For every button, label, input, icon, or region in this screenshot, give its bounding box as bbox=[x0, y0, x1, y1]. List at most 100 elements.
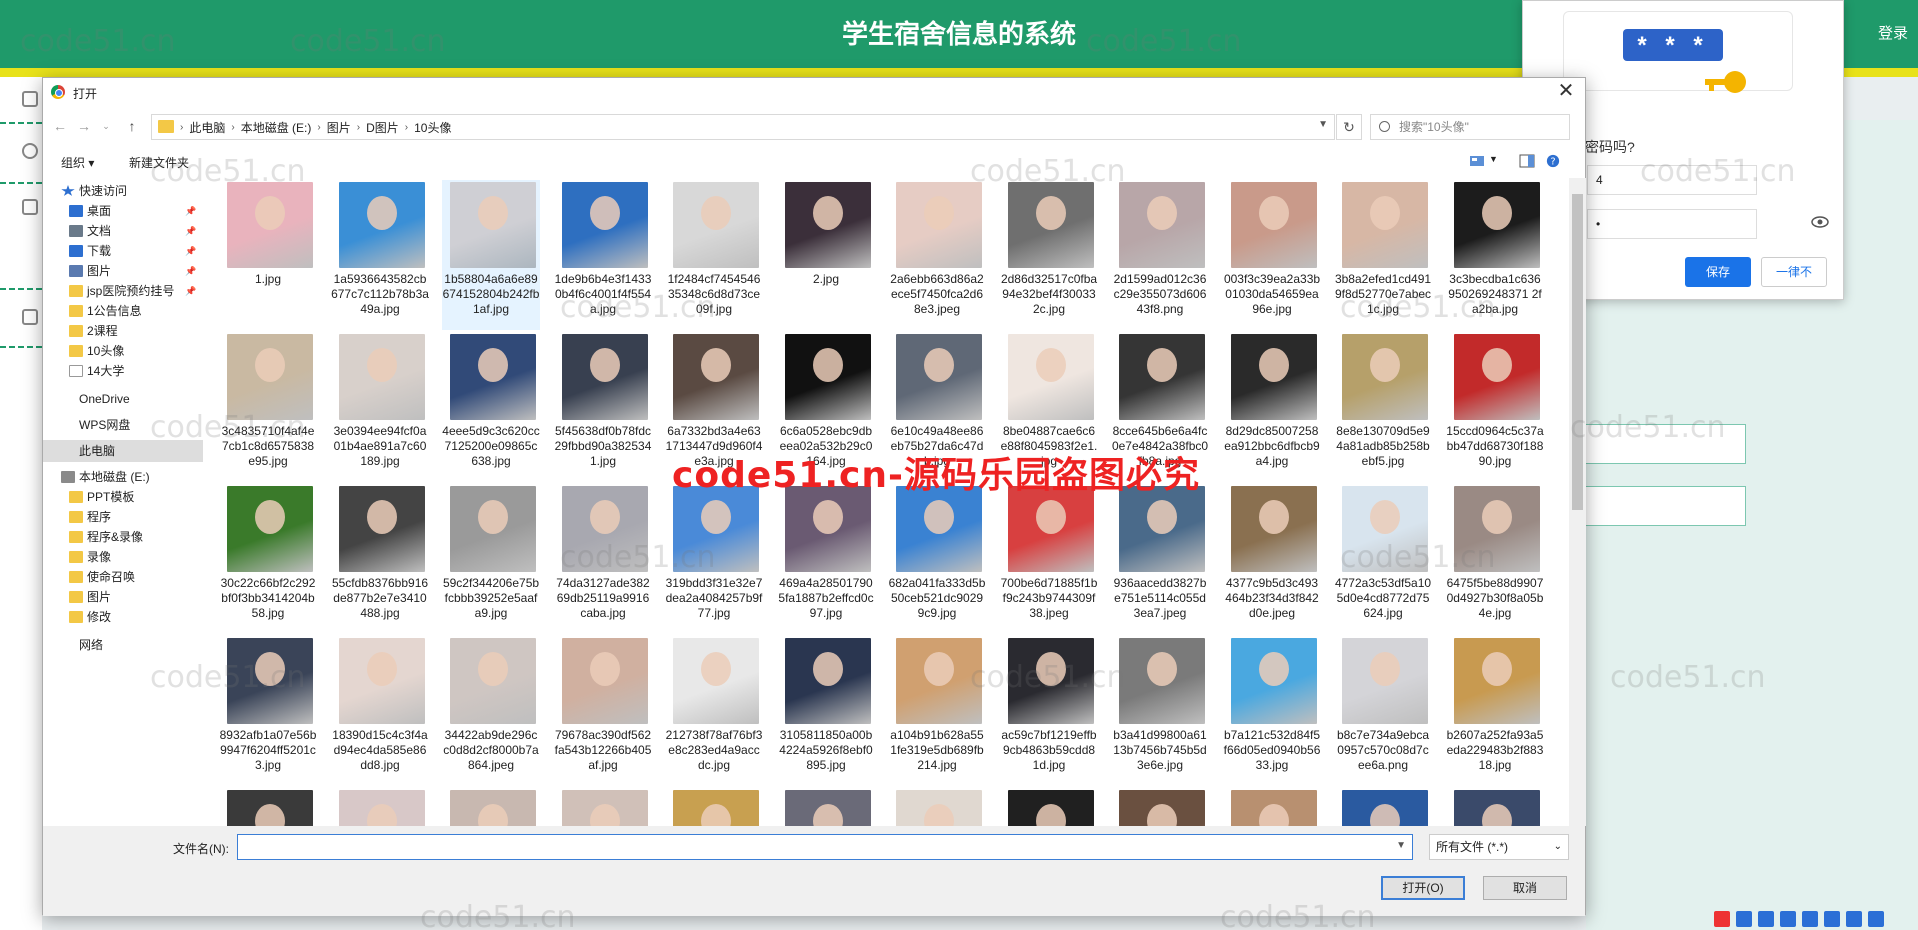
nav-item[interactable]: 程序 bbox=[43, 506, 203, 528]
nav-item[interactable]: 程序&录像 bbox=[43, 526, 203, 548]
file-item[interactable] bbox=[1000, 788, 1098, 826]
nav-item[interactable]: 录像 bbox=[43, 546, 203, 568]
file-item[interactable]: 469a4a285017905fa1887b2effcd0c97.jpg bbox=[777, 484, 875, 634]
file-item[interactable]: 1a5936643582cb677c7c112b78b3a49a.jpg bbox=[331, 180, 429, 330]
file-item[interactable] bbox=[554, 788, 652, 826]
nav-item[interactable]: 1公告信息 bbox=[43, 300, 203, 322]
breadcrumb-item[interactable]: 10头像 bbox=[408, 119, 457, 136]
file-item[interactable]: 1.jpg bbox=[219, 180, 317, 330]
file-item[interactable]: 15ccd0964c5c37abb47dd68730f18890.jpg bbox=[1446, 332, 1544, 482]
back-icon[interactable]: ← bbox=[51, 116, 69, 136]
microphone-icon[interactable] bbox=[1802, 911, 1818, 927]
file-item[interactable] bbox=[888, 788, 986, 826]
file-item[interactable]: 4eee5d9c3c620cc7125200e09865c638.jpg bbox=[442, 332, 540, 482]
file-item[interactable]: 5f45638df0b78fdc29fbbd90a3825341.jpg bbox=[554, 332, 652, 482]
list-icon[interactable] bbox=[22, 309, 38, 325]
nav-item[interactable]: 图片 bbox=[43, 586, 203, 608]
breadcrumb-item[interactable]: D图片 bbox=[360, 119, 405, 136]
cancel-button[interactable]: 取消 bbox=[1483, 876, 1567, 900]
breadcrumb-item[interactable]: 本地磁盘 (E:) bbox=[235, 119, 318, 136]
file-item[interactable] bbox=[1446, 788, 1544, 826]
tray-icon[interactable] bbox=[1736, 911, 1752, 927]
breadcrumb-item[interactable]: 此电脑 bbox=[183, 119, 231, 136]
file-item[interactable]: b3a41d99800a6113b7456b745b5d3e6e.jpg bbox=[1111, 636, 1209, 786]
file-item[interactable]: 30c22c66bf2c292bf0f3bb3414204b58.jpg bbox=[219, 484, 317, 634]
nav-item[interactable]: 2课程 bbox=[43, 320, 203, 342]
address-bar[interactable]: › 此电脑 › 本地磁盘 (E:) › 图片 › D图片 › 10头像 ▼ bbox=[151, 114, 1335, 140]
file-item[interactable]: 8e8e130709d5e94a81adb85b258bebf5.jpg bbox=[1334, 332, 1432, 482]
scrollbar-thumb[interactable] bbox=[1572, 194, 1583, 510]
file-item[interactable]: 212738f78af76bf3e8c283ed4a9accdc.jpg bbox=[665, 636, 763, 786]
nav-item[interactable]: OneDrive bbox=[43, 388, 203, 410]
file-item[interactable]: 003f3c39ea2a33b01030da54659ea96e.jpg bbox=[1223, 180, 1321, 330]
file-item[interactable]: 18390d15c4c3f4ad94ec4da585e86dd8.jpg bbox=[331, 636, 429, 786]
eye-icon[interactable] bbox=[1811, 215, 1829, 229]
file-item[interactable]: 59c2f344206e75bfcbbb39252e5aafa9.jpg bbox=[442, 484, 540, 634]
file-item[interactable] bbox=[219, 788, 317, 826]
file-item[interactable]: b7a121c532d84f5f66d05ed0940b5633.jpg bbox=[1223, 636, 1321, 786]
tray-icon[interactable] bbox=[1868, 911, 1884, 927]
close-button[interactable]: ✕ bbox=[1555, 81, 1577, 103]
file-item[interactable] bbox=[1111, 788, 1209, 826]
nav-item[interactable]: 修改 bbox=[43, 606, 203, 628]
nav-item[interactable]: 14大学 bbox=[43, 360, 203, 382]
nav-item[interactable]: 网络 bbox=[43, 634, 203, 656]
nav-item[interactable]: 使命召唤 bbox=[43, 566, 203, 588]
file-item[interactable]: 1b58804a6a6e89674152804b242fb1af.jpg bbox=[442, 180, 540, 330]
save-button[interactable]: 保存 bbox=[1685, 257, 1751, 287]
breadcrumb-item[interactable]: 图片 bbox=[321, 119, 357, 136]
preview-pane-icon[interactable] bbox=[1519, 154, 1535, 168]
file-item[interactable]: 8d29dc85007258ea912bbc6dfbcb9a4.jpg bbox=[1223, 332, 1321, 482]
file-item[interactable] bbox=[331, 788, 429, 826]
file-item[interactable]: 3c4835710f4af4e7cb1c8d6575838e95.jpg bbox=[219, 332, 317, 482]
file-item[interactable] bbox=[777, 788, 875, 826]
keyboard-icon[interactable] bbox=[1824, 911, 1840, 927]
message-icon[interactable] bbox=[22, 199, 38, 215]
home-icon[interactable] bbox=[22, 91, 38, 107]
file-item[interactable]: 936aacedd3827be751e5114c055d3ea7.jpeg bbox=[1111, 484, 1209, 634]
tray-icon[interactable] bbox=[1758, 911, 1774, 927]
nav-item[interactable]: 图片 📌 bbox=[43, 260, 203, 282]
never-button[interactable]: 一律不 bbox=[1761, 257, 1827, 287]
file-item[interactable]: 55cfdb8376bb916de877b2e7e3410488.jpg bbox=[331, 484, 429, 634]
view-dropdown-icon[interactable]: ▼ bbox=[1489, 154, 1498, 164]
form-field[interactable] bbox=[1586, 486, 1746, 526]
chevron-down-icon[interactable]: ▼ bbox=[1318, 119, 1328, 130]
nav-item[interactable]: jsp医院预约挂号 📌 bbox=[43, 280, 203, 302]
file-item[interactable] bbox=[1334, 788, 1432, 826]
refresh-button[interactable]: ↻ bbox=[1336, 114, 1362, 140]
nav-item[interactable]: 下载 📌 bbox=[43, 240, 203, 262]
nav-item[interactable]: PPT模板 bbox=[43, 486, 203, 508]
file-item[interactable]: 79678ac390df562fa543b12266b405af.jpg bbox=[554, 636, 652, 786]
file-item[interactable]: a104b91b628a551fe319e5db689fb214.jpg bbox=[888, 636, 986, 786]
file-item[interactable]: ac59c7bf1219effb9cb4863b59cdd81d.jpg bbox=[1000, 636, 1098, 786]
up-icon[interactable]: ↑ bbox=[123, 116, 141, 136]
nav-item[interactable]: 文档 📌 bbox=[43, 220, 203, 242]
file-item[interactable] bbox=[665, 788, 763, 826]
tray-icon[interactable] bbox=[1846, 911, 1862, 927]
organize-button[interactable]: 组织 ▾ bbox=[61, 154, 94, 171]
input-method-icon[interactable] bbox=[1714, 911, 1730, 927]
file-item[interactable]: 2d86d32517c0fba94e32bef4f300332c.jpg bbox=[1000, 180, 1098, 330]
open-button[interactable]: 打开(O) bbox=[1381, 876, 1465, 900]
file-item[interactable]: 682a041fa333d5b50ceb521dc90299c9.jpg bbox=[888, 484, 986, 634]
forward-icon[interactable]: → bbox=[75, 116, 93, 136]
search-input[interactable]: 搜索"10头像" bbox=[1370, 114, 1570, 140]
password-field[interactable]: • bbox=[1587, 209, 1757, 239]
nav-item[interactable]: 本地磁盘 (E:) bbox=[43, 466, 203, 488]
view-options-icon[interactable] bbox=[1469, 154, 1485, 168]
file-item[interactable]: 3105811850a00b4224a5926f8ebf0895.jpg bbox=[777, 636, 875, 786]
file-item[interactable]: 700be6d71885f1bf9c243b9744309f38.jpeg bbox=[1000, 484, 1098, 634]
file-item[interactable]: 2d1599ad012c36c29e355073d60643f8.png bbox=[1111, 180, 1209, 330]
filename-input[interactable]: ▼ bbox=[237, 834, 1413, 860]
file-item[interactable]: b2607a252fa93a5eda229483b2f88318.jpg bbox=[1446, 636, 1544, 786]
file-type-select[interactable]: 所有文件 (*.*) ⌄ bbox=[1429, 834, 1569, 860]
file-item[interactable] bbox=[442, 788, 540, 826]
file-item[interactable] bbox=[1223, 788, 1321, 826]
chevron-down-icon[interactable]: ▼ bbox=[1396, 840, 1406, 851]
history-dropdown-icon[interactable]: ⌄ bbox=[97, 116, 115, 136]
user-icon[interactable] bbox=[22, 143, 38, 159]
file-item[interactable]: 2.jpg bbox=[777, 180, 875, 330]
file-item[interactable]: 2a6ebb663d86a2ece5f7450fca2d68e3.jpeg bbox=[888, 180, 986, 330]
nav-item[interactable]: 10头像 bbox=[43, 340, 203, 362]
